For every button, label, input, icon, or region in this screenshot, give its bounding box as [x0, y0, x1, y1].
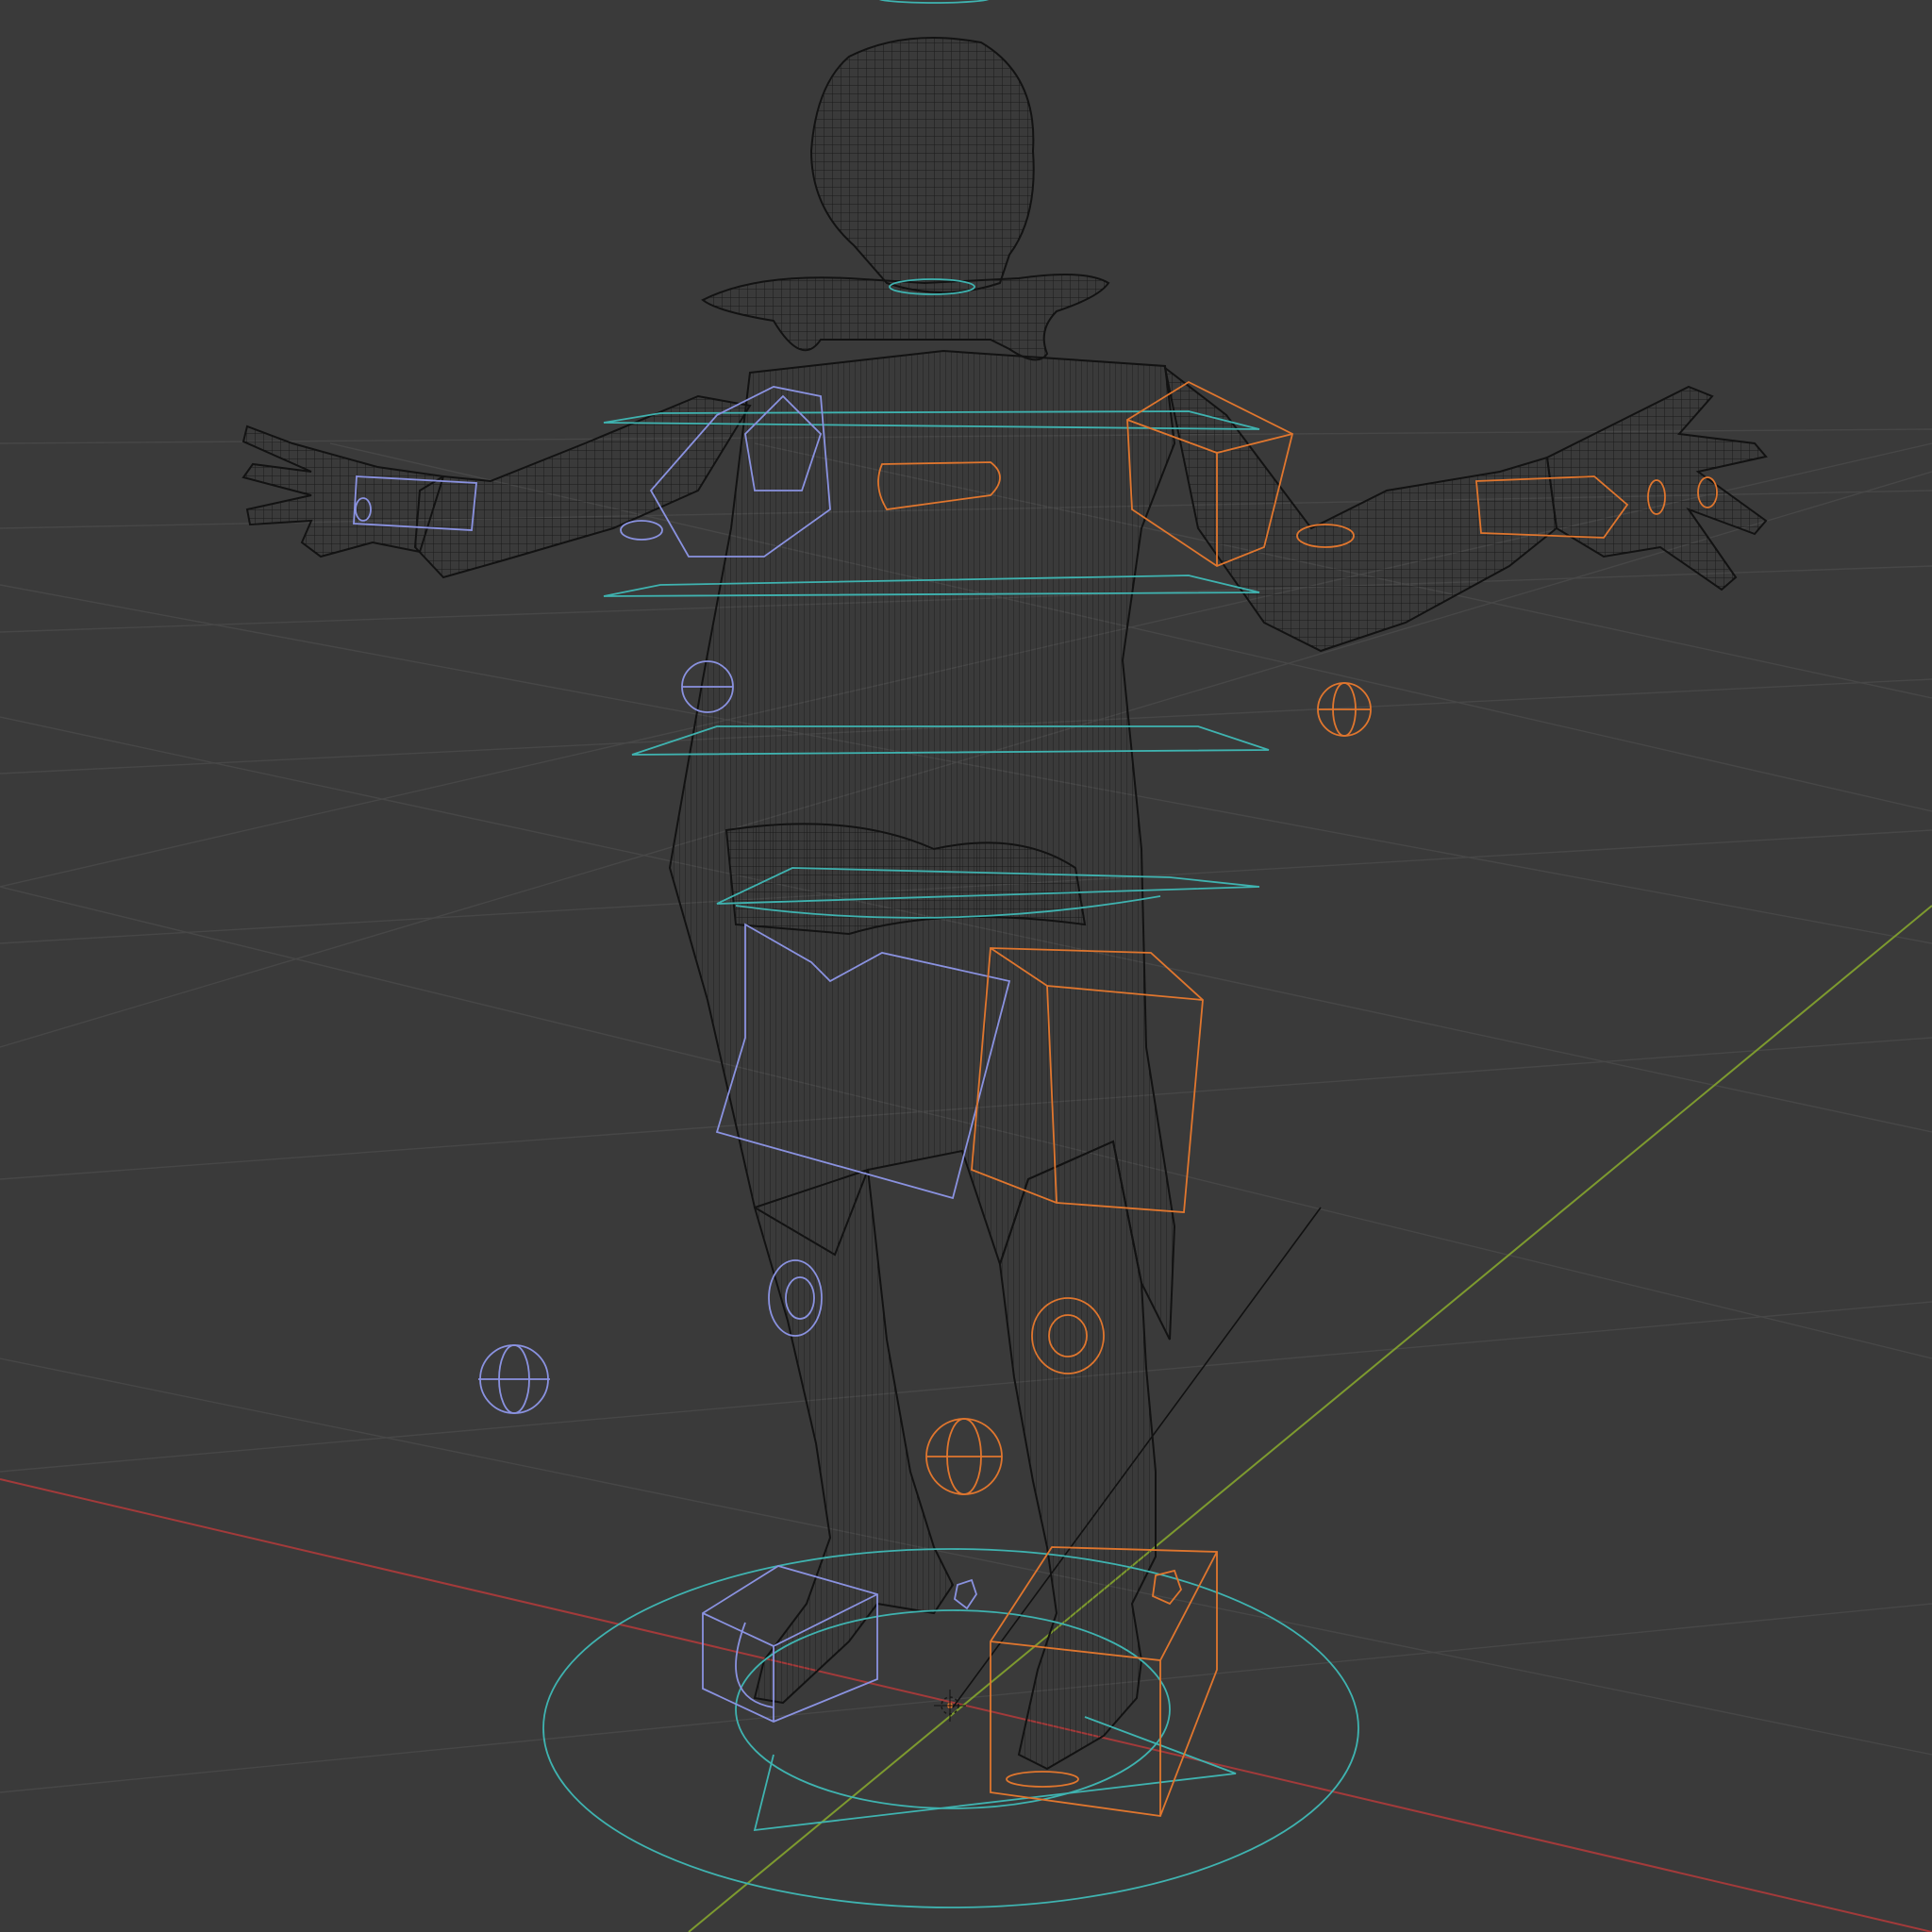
collar-mesh [703, 275, 1108, 359]
head-top-circle [878, 0, 990, 4]
3d-cursor-icon[interactable] [934, 1690, 966, 1722]
right-arm-mesh [1165, 368, 1557, 651]
character-wireframe-mesh[interactable] [243, 38, 1766, 1769]
3d-viewport[interactable] [0, 0, 1932, 1932]
right-leg-mesh [1000, 1141, 1156, 1769]
right-hand-mesh [1547, 387, 1766, 590]
toe-r-circle [1006, 1771, 1079, 1788]
root-control-circle [542, 1548, 1359, 1908]
head-mesh [811, 38, 1034, 292]
toe-l-gear [954, 1578, 977, 1610]
left-leg-mesh [755, 1170, 953, 1703]
forearm-l-circle [620, 520, 663, 541]
